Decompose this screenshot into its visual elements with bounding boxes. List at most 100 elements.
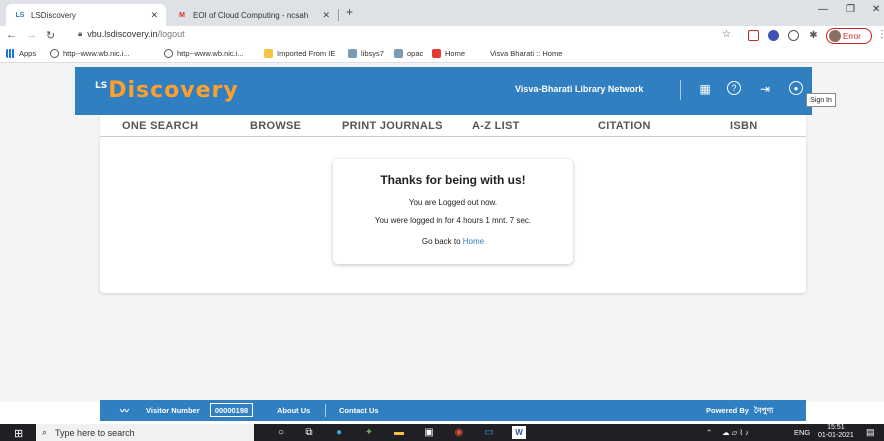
windows-taskbar: ⊞ ⌕ Type here to search ○ ⧉ ● ✦ ▬ ▣ ◉ ▭ …	[0, 424, 884, 441]
url-host: vbu.lsdiscovery.in	[87, 29, 158, 39]
nav-print-journals[interactable]: PRINT JOURNALS	[342, 120, 443, 132]
taskbar-search-input[interactable]: ⌕ Type here to search	[36, 424, 254, 441]
browser-tab-bar: LS LSDiscovery ✕ M EOI of Cloud Computin…	[0, 0, 884, 26]
lock-icon: 🔒︎	[78, 29, 83, 38]
store-icon[interactable]: ▣	[422, 426, 436, 439]
session-duration: You were logged in for 4 hours 1 mnt. 7 …	[374, 216, 532, 225]
extensions-puzzle-icon[interactable]: ✱	[808, 30, 819, 41]
sign-in-tooltip: Sign In	[806, 93, 836, 107]
nav-citation[interactable]: CITATION	[598, 120, 651, 132]
home-site-icon	[432, 49, 441, 58]
cortana-icon[interactable]: ○	[274, 426, 288, 439]
lsdiscovery-favicon-icon: LS	[15, 11, 25, 19]
footer-divider	[325, 404, 326, 417]
rss-icon[interactable]: 〰	[120, 404, 129, 417]
bookmark-item[interactable]: Visva Bharati :: Home	[490, 49, 562, 58]
site-footer: 〰 Visitor Number 00000198 About Us Conta…	[100, 400, 806, 421]
minimize-icon[interactable]: —	[818, 4, 828, 15]
globe-icon	[164, 49, 173, 58]
home-link[interactable]: Home	[463, 237, 484, 246]
reload-icon[interactable]: ↻	[46, 29, 55, 42]
opac-icon	[394, 49, 403, 58]
qr-code-icon[interactable]: ▦	[697, 81, 713, 97]
edge-icon[interactable]: ●	[332, 426, 346, 439]
bookmark-item[interactable]: http--www.wb.nic.i...	[50, 49, 130, 58]
powered-by-label: Powered By	[706, 406, 749, 415]
logout-card: Thanks for being with us! You are Logged…	[333, 159, 573, 264]
tray-icons[interactable]: ☁ ▱ ⌇ ♪	[722, 428, 749, 437]
main-nav: ONE SEARCH BROWSE PRINT JOURNALS A-Z LIS…	[100, 115, 806, 137]
globe-icon	[50, 49, 59, 58]
window-close-icon[interactable]: ✕	[872, 4, 880, 15]
user-account-icon[interactable]: ●	[789, 81, 803, 95]
menu-kebab-icon[interactable]: ⋮	[877, 29, 884, 40]
site-logo[interactable]: LSDiscovery	[95, 78, 239, 103]
windows-start-icon[interactable]: ⊞	[14, 427, 23, 440]
address-bar-row: ← → ↻ 🔒︎ vbu.lsdiscovery.in/logout ☆ ✱ E…	[0, 26, 884, 46]
tab-lsdiscovery[interactable]: LS LSDiscovery ✕	[6, 4, 166, 26]
language-indicator[interactable]: ENG	[794, 428, 810, 437]
extension-icon[interactable]	[748, 30, 759, 41]
restore-icon[interactable]: ❐	[846, 4, 855, 15]
close-tab-icon[interactable]: ✕	[322, 10, 330, 21]
search-icon: ⌕	[42, 427, 48, 437]
back-icon[interactable]: ←	[6, 29, 17, 41]
powered-by-brand[interactable]: নৈপুণ্য	[754, 406, 773, 418]
url-path: /logout	[157, 29, 185, 39]
bookmark-item[interactable]: Home	[432, 49, 465, 58]
gmail-favicon-icon: M	[179, 11, 185, 19]
visitor-counter: 00000198	[210, 403, 253, 417]
bookmarks-bar: Apps http--www.wb.nic.i... http--www.wb.…	[0, 46, 884, 63]
logout-status: You are Logged out now.	[408, 198, 498, 207]
bookmark-item[interactable]: libsys7	[348, 49, 384, 58]
mail-icon[interactable]: ▭	[482, 426, 496, 439]
url-field[interactable]: 🔒︎ vbu.lsdiscovery.in/logout	[78, 29, 185, 39]
tab-title: LSDiscovery	[31, 10, 76, 20]
nav-isbn[interactable]: ISBN	[730, 120, 757, 132]
site-header: LSDiscovery Visva-Bharati Library Networ…	[75, 67, 812, 115]
login-icon[interactable]: ⇥	[757, 81, 773, 97]
nav-one-search[interactable]: ONE SEARCH	[122, 120, 198, 132]
tab-eoi-cloud[interactable]: M EOI of Cloud Computing - ncsah ✕	[168, 4, 338, 26]
tab-title: EOI of Cloud Computing - ncsah	[193, 10, 309, 20]
close-tab-icon[interactable]: ✕	[150, 10, 158, 21]
error-label: Error	[843, 31, 861, 41]
page-background: LSDiscovery Visva-Bharati Library Networ…	[0, 63, 884, 421]
logout-title: Thanks for being with us!	[380, 173, 526, 187]
new-tab-icon[interactable]: +	[346, 5, 353, 19]
contact-link[interactable]: Contact Us	[339, 406, 379, 415]
word-icon[interactable]: W	[512, 426, 526, 439]
clock-date: 01-01-2021	[818, 432, 854, 439]
extension-icon[interactable]	[788, 30, 799, 41]
tray-chevron-icon[interactable]: ⌃	[706, 428, 712, 437]
nav-browse[interactable]: BROWSE	[250, 120, 301, 132]
main-content: Thanks for being with us! You are Logged…	[100, 137, 806, 293]
bookmark-folder[interactable]: Imported From IE	[264, 49, 335, 58]
clock-time: 15:51	[827, 424, 845, 431]
notifications-icon[interactable]: ▤	[866, 427, 875, 438]
forward-icon[interactable]: →	[26, 29, 37, 41]
chrome-icon[interactable]: ◉	[452, 426, 466, 439]
extension-icon[interactable]	[768, 30, 779, 41]
apps-grid-icon	[6, 49, 15, 58]
about-link[interactable]: About Us	[277, 406, 310, 415]
taskbar-clock[interactable]: 15:51 01-01-2021	[818, 424, 854, 440]
app-icon[interactable]: ✦	[362, 426, 376, 439]
profile-error-button[interactable]: Error	[826, 28, 872, 44]
libsys-icon	[348, 49, 357, 58]
folder-icon	[264, 49, 273, 58]
tab-divider	[338, 9, 339, 21]
nav-a-z-list[interactable]: A-Z LIST	[472, 120, 520, 132]
header-divider	[680, 80, 681, 100]
bookmark-star-icon[interactable]: ☆	[722, 29, 731, 40]
bookmark-item[interactable]: http--www.wb.nic.i...	[164, 49, 244, 58]
help-icon[interactable]: ?	[727, 81, 741, 95]
visitor-label: Visitor Number	[146, 406, 200, 415]
go-back-line: Go back to Home	[421, 237, 485, 246]
file-explorer-icon[interactable]: ▬	[392, 426, 406, 439]
avatar	[829, 30, 841, 42]
network-name: Visva-Bharati Library Network	[515, 84, 644, 94]
bookmark-item[interactable]: opac	[394, 49, 423, 58]
bookmark-apps[interactable]: Apps	[6, 49, 36, 58]
task-view-icon[interactable]: ⧉	[302, 426, 316, 439]
